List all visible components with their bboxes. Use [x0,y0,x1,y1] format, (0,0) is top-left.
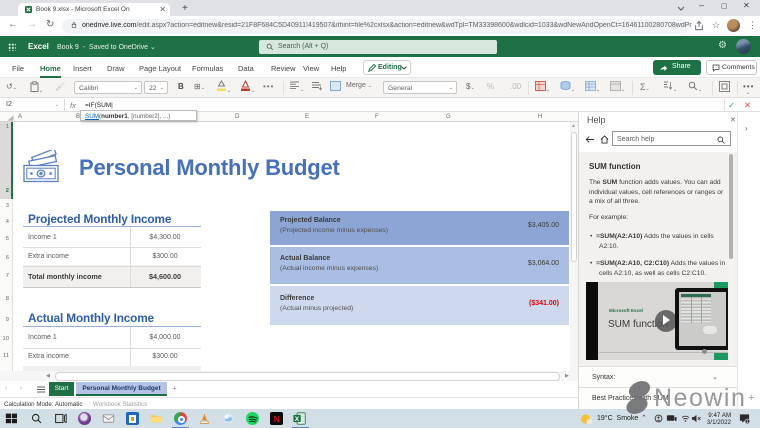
svg-text:X: X [295,416,300,423]
